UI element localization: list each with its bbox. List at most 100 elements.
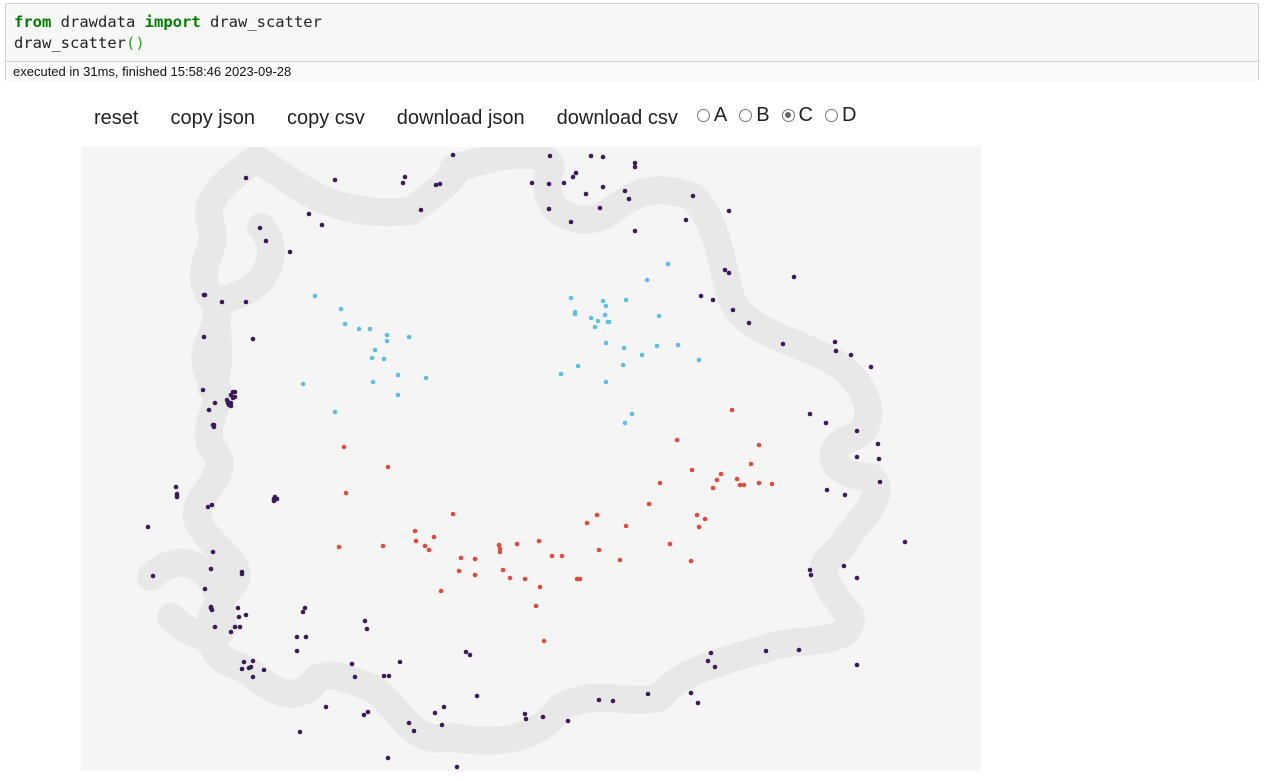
point-a-26 xyxy=(683,217,689,223)
point-c-0 xyxy=(729,407,735,413)
brush-stroke-inner-2 xyxy=(137,548,237,650)
point-c-9 xyxy=(741,482,747,488)
point-b-39 xyxy=(603,379,609,385)
radio-button-b[interactable] xyxy=(739,108,753,122)
point-c-38 xyxy=(536,538,542,544)
point-a-66 xyxy=(540,714,546,720)
point-a-53 xyxy=(854,575,860,581)
point-a-46 xyxy=(877,479,883,485)
point-c-2 xyxy=(756,442,762,448)
point-c-50 xyxy=(533,603,539,609)
point-a-112 xyxy=(302,605,308,611)
point-c-54 xyxy=(541,638,547,644)
point-a-56 xyxy=(763,648,769,654)
point-a-41 xyxy=(823,420,829,426)
point-c-32 xyxy=(343,490,349,496)
point-a-147 xyxy=(306,211,312,217)
point-c-4 xyxy=(748,461,754,467)
point-a-80 xyxy=(381,673,387,679)
point-b-18 xyxy=(644,277,650,283)
point-a-156 xyxy=(211,424,217,430)
point-a-96 xyxy=(243,612,249,618)
point-b-2 xyxy=(342,321,348,327)
point-a-158 xyxy=(230,389,236,395)
point-c-33 xyxy=(336,544,342,550)
point-b-20 xyxy=(600,298,606,304)
point-c-53 xyxy=(438,588,444,594)
copy-csv-button[interactable]: copy csv xyxy=(287,107,365,130)
point-c-17 xyxy=(584,520,590,526)
point-a-22 xyxy=(568,219,574,225)
function-call: draw_scatter xyxy=(14,34,126,52)
point-c-36 xyxy=(497,549,503,555)
radio-button-d[interactable] xyxy=(824,108,838,122)
point-a-92 xyxy=(246,665,252,671)
point-a-10 xyxy=(632,160,638,166)
reset-button[interactable]: reset xyxy=(94,107,138,130)
point-a-78 xyxy=(352,674,358,680)
download-json-button[interactable]: download json xyxy=(397,107,525,130)
radio-option-b[interactable]: B xyxy=(739,104,770,127)
point-a-8 xyxy=(588,153,594,159)
radio-option-d[interactable]: D xyxy=(824,104,856,127)
point-a-111 xyxy=(300,609,306,615)
point-c-29 xyxy=(380,543,386,549)
point-a-129 xyxy=(250,336,256,342)
radio-option-c[interactable]: C xyxy=(781,104,813,127)
point-a-144 xyxy=(257,225,263,231)
point-b-30 xyxy=(603,340,609,346)
copy-json-button[interactable]: copy json xyxy=(170,107,255,130)
point-b-8 xyxy=(369,355,375,361)
point-a-63 xyxy=(610,698,616,704)
point-a-23 xyxy=(597,205,603,211)
point-c-37 xyxy=(514,541,520,547)
point-a-100 xyxy=(239,666,245,672)
point-a-120 xyxy=(323,704,329,710)
point-a-39 xyxy=(868,364,874,370)
point-a-121 xyxy=(454,764,460,770)
point-c-7 xyxy=(756,480,762,486)
code-editor[interactable]: from drawdata import draw_scatter draw_s… xyxy=(14,12,322,54)
point-c-8 xyxy=(737,482,743,488)
point-a-55 xyxy=(796,647,802,653)
point-c-39 xyxy=(549,553,555,559)
point-a-154 xyxy=(228,403,234,409)
point-a-40 xyxy=(807,411,813,417)
point-c-20 xyxy=(702,516,708,522)
point-a-89 xyxy=(261,667,267,673)
point-a-68 xyxy=(474,693,480,699)
point-a-114 xyxy=(205,504,211,510)
point-a-67 xyxy=(523,716,529,722)
point-b-24 xyxy=(595,318,601,324)
point-c-46 xyxy=(522,576,528,582)
point-a-146 xyxy=(287,249,293,255)
point-a-119 xyxy=(236,614,242,620)
point-c-16 xyxy=(594,512,600,518)
point-c-40 xyxy=(458,555,464,561)
point-a-97 xyxy=(235,605,241,611)
scatter-plot[interactable] xyxy=(81,147,981,771)
point-a-61 xyxy=(695,700,701,706)
point-a-20 xyxy=(626,196,632,202)
code-cell[interactable]: from drawdata import draw_scatter draw_s… xyxy=(5,3,1259,82)
point-a-132 xyxy=(212,400,218,406)
point-a-84 xyxy=(294,634,300,640)
radio-button-a[interactable] xyxy=(696,108,710,122)
point-a-118 xyxy=(212,624,218,630)
radio-button-c[interactable] xyxy=(781,108,795,122)
point-a-115 xyxy=(209,502,215,508)
radio-option-a[interactable]: A xyxy=(696,104,727,127)
point-a-34 xyxy=(791,274,797,280)
point-a-74 xyxy=(385,755,391,761)
point-a-98 xyxy=(232,624,238,630)
import-name: draw_scatter xyxy=(200,13,322,31)
point-c-42 xyxy=(456,568,462,574)
drawing-canvas[interactable] xyxy=(81,147,981,771)
point-b-37 xyxy=(575,363,581,369)
point-a-139 xyxy=(230,395,236,401)
point-a-127 xyxy=(201,334,207,340)
point-b-22 xyxy=(623,297,629,303)
point-c-45 xyxy=(507,575,513,581)
download-csv-button[interactable]: download csv xyxy=(557,107,678,130)
point-a-15 xyxy=(561,180,567,186)
